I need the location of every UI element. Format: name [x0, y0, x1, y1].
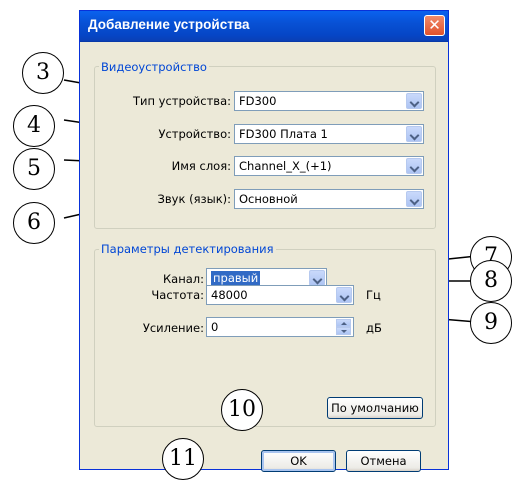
gain-unit: дБ	[366, 321, 382, 335]
add-device-dialog: Добавление устройства ✕ Видеоустройство …	[79, 10, 449, 472]
channel-value: правый	[211, 271, 261, 285]
close-icon: ✕	[428, 16, 441, 34]
channel-value-wrap: правый	[211, 271, 261, 285]
video-device-legend: Видеоустройство	[99, 60, 209, 74]
dialog-title: Добавление устройства	[88, 17, 250, 32]
chevron-down-icon[interactable]	[406, 191, 422, 207]
close-button[interactable]: ✕	[424, 15, 445, 36]
device-select[interactable]: FD300 Плата 1	[234, 124, 424, 144]
spin-up-icon[interactable]	[336, 319, 351, 327]
callout-8: 8	[470, 260, 512, 302]
gain-label: Усиление:	[142, 321, 204, 335]
chevron-down-icon[interactable]	[336, 287, 352, 303]
device-type-label: Тип устройства:	[132, 94, 231, 108]
gain-value: 0	[211, 320, 219, 334]
sound-label: Звук (язык):	[157, 192, 231, 206]
detection-params-legend: Параметры детектирования	[99, 242, 276, 256]
sound-value: Основной	[239, 192, 298, 206]
cancel-button[interactable]: Отмена	[346, 450, 421, 472]
ok-button[interactable]: OK	[261, 450, 336, 472]
default-button[interactable]: По умолчанию	[327, 397, 423, 419]
callout-4: 4	[13, 105, 55, 147]
callout-11: 11	[162, 438, 204, 480]
chevron-down-icon[interactable]	[406, 93, 422, 109]
spin-down-icon[interactable]	[336, 327, 351, 335]
sound-select[interactable]: Основной	[234, 189, 424, 209]
device-type-value: FD300	[239, 94, 277, 108]
channel-label: Канал:	[162, 272, 204, 286]
device-value: FD300 Плата 1	[239, 127, 328, 141]
frequency-select[interactable]: 48000	[206, 285, 354, 305]
callout-5: 5	[13, 148, 55, 190]
title-bar[interactable]: Добавление устройства ✕	[80, 11, 448, 42]
callout-10: 10	[221, 389, 263, 431]
frequency-value: 48000	[211, 288, 248, 302]
frequency-unit: Гц	[366, 288, 381, 302]
gain-spinbox[interactable]: 0	[206, 317, 354, 337]
layer-name-value: Channel_X_(+1)	[239, 159, 332, 173]
layer-name-select[interactable]: Channel_X_(+1)	[234, 156, 424, 176]
chevron-down-icon[interactable]	[406, 158, 422, 174]
chevron-down-icon[interactable]	[406, 126, 422, 142]
layer-name-label: Имя слоя:	[171, 159, 231, 173]
frequency-label: Частота:	[151, 288, 204, 302]
device-label: Устройство:	[158, 127, 231, 141]
chevron-down-icon[interactable]	[309, 270, 325, 286]
callout-6: 6	[13, 202, 55, 244]
gain-stepper[interactable]	[336, 319, 352, 335]
device-type-select[interactable]: FD300	[234, 91, 424, 111]
callout-3: 3	[22, 52, 64, 94]
callout-9: 9	[470, 302, 512, 344]
